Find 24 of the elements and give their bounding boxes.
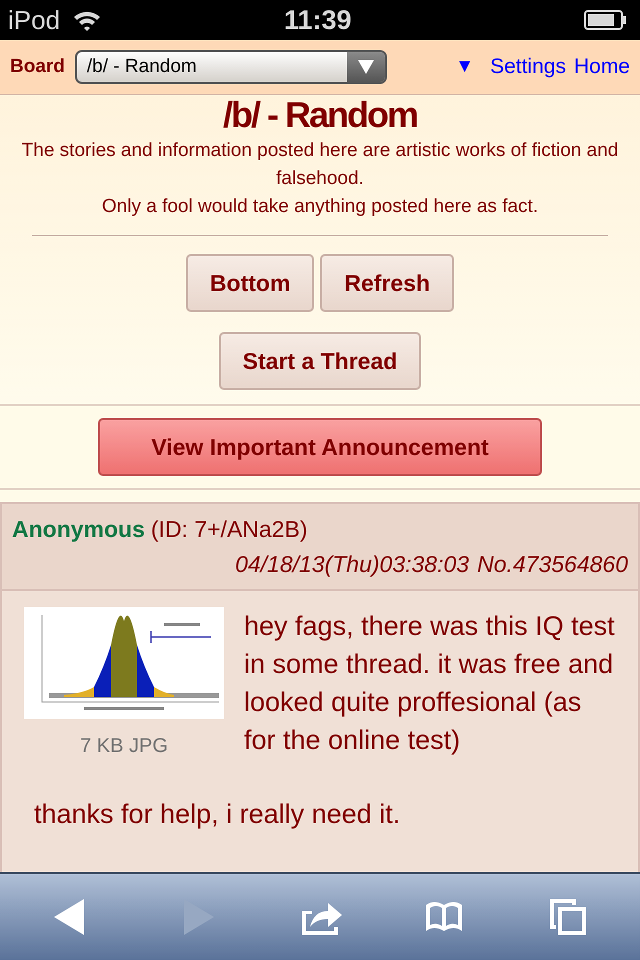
board-title: /b/ - Random — [223, 95, 417, 135]
board-select[interactable]: /b/ - Random — [74, 50, 387, 84]
menu-toggle-link[interactable]: ▼ — [455, 52, 474, 82]
nav-button[interactable]: Refresh — [320, 254, 454, 312]
file-info: 7 KB JPG — [80, 734, 168, 759]
disclaimer-text: The stories and information posted here are artistic works of fiction and falsehood. — [20, 139, 620, 191]
nav-link[interactable]: Settings — [490, 51, 566, 83]
post-comment: hey fags, there was this IQ test in some thread. it was free and looked quite proffesional (as for the online test) — [244, 610, 616, 757]
nav-button[interactable]: Bottom — [186, 254, 314, 312]
wifi-icon — [72, 9, 102, 31]
clock-time: 11:39 — [284, 4, 352, 37]
post-comment: thanks for help, i really need it. — [33, 798, 402, 831]
battery-icon — [584, 9, 628, 31]
nav-link[interactable]: Home — [574, 51, 630, 83]
post-number[interactable]: No.473564860 — [477, 546, 628, 581]
nav-button[interactable]: Start a Thread — [218, 332, 422, 390]
disclaimer-text: Only a fool would take anything posted here as fact. — [102, 195, 538, 219]
post-datetime: 04/18/13(Thu)03:38:03 — [235, 550, 470, 579]
poster-id: (ID: 7+/ANa2B) — [150, 515, 308, 544]
carrier-name: iPod — [8, 4, 60, 36]
dropdown-arrow-icon — [356, 59, 375, 75]
poster-name: Anonymous — [12, 515, 145, 544]
board-label: Board — [10, 54, 65, 79]
announcement-button[interactable]: View Important Announcement — [98, 418, 542, 476]
